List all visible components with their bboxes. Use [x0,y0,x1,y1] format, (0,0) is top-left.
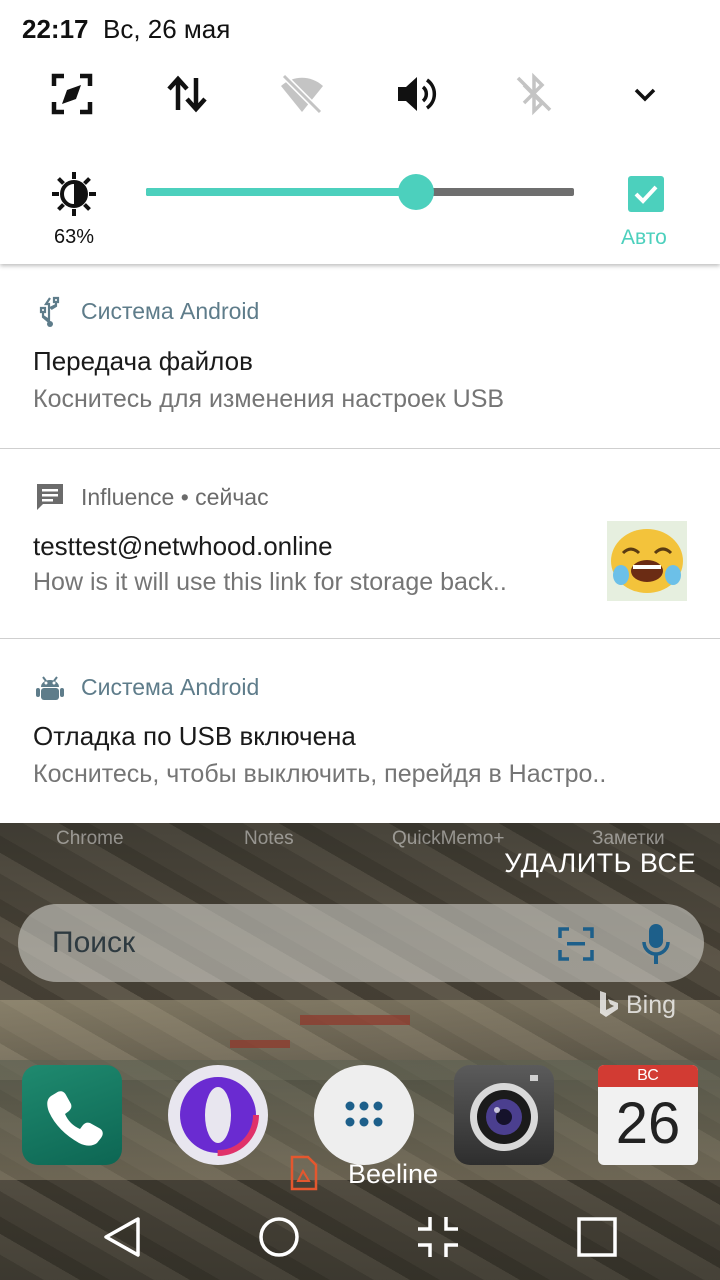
notification-usb-transfer[interactable]: Система Android Передача файлов Коснитес… [0,264,720,448]
calendar-app-icon[interactable]: ВС 26 [598,1065,698,1165]
message-icon [37,484,63,510]
camera-app-icon[interactable] [454,1065,554,1165]
microphone-icon[interactable] [640,922,672,966]
status-date: Вс, 26 мая [103,14,231,44]
carrier-name: Beeline [348,1159,439,1189]
wallpaper-detail [300,1015,410,1025]
home-icon[interactable] [255,1213,303,1261]
brightness-slider[interactable] [146,174,574,210]
bluetooth-off-icon[interactable] [512,72,556,116]
search-bar[interactable]: Поиск [18,904,704,982]
bing-label: Bing [598,990,676,1020]
android-debug-icon [36,676,64,700]
notification-text: Коснитесь для изменения настроек USB [33,385,505,413]
wallpaper-detail [230,1040,290,1048]
dock-label: Chrome [56,828,124,849]
dock-label: Notes [244,828,294,849]
brightness-slider-fill [146,188,416,196]
search-placeholder: Поиск [52,926,136,959]
notification-thumbnail [607,521,687,601]
phone-icon [47,1091,103,1146]
quick-settings-panel: 22:17 Вс, 26 мая 63% Авто [0,0,720,264]
chevron-down-icon[interactable] [628,78,662,112]
bing-logo-icon [600,991,618,1017]
wifi-off-icon[interactable] [280,72,324,116]
notification-app-name: Система Android [81,298,260,324]
status-time: 22:17 [22,14,89,44]
notification-app-name: Influence • сейчас [81,484,269,510]
camera-icon [470,1075,538,1151]
notification-usb-debugging[interactable]: Система Android Отладка по USB включена … [0,639,720,823]
scan-icon[interactable] [558,926,594,962]
clear-all-button[interactable]: УДАЛИТЬ ВСЕ [504,848,696,879]
opera-app-icon[interactable] [168,1065,268,1165]
recents-icon[interactable] [573,1213,621,1261]
checkmark-icon [634,185,658,204]
phone-app-icon[interactable] [22,1065,122,1165]
notification-title: Отладка по USB включена [33,721,356,751]
calendar-weekday: ВС [598,1065,698,1087]
dock-label: Заметки [592,828,665,849]
data-transfer-arrows-icon[interactable] [165,72,209,116]
opera-icon [177,1074,259,1156]
laughing-emoji-icon [611,529,683,593]
bing-text: Bing [626,991,677,1019]
notification-app-name: Система Android [81,674,260,700]
sim-card-icon [290,1155,318,1191]
volume-icon[interactable] [395,72,439,116]
app-drawer-icon[interactable] [314,1065,414,1165]
notification-text: How is it will use this link for storage… [33,568,507,596]
back-icon[interactable] [100,1213,148,1261]
notification-title: Передача файлов [33,346,253,376]
grid-dots-icon [345,1101,383,1127]
calendar-day: 26 [615,1091,681,1156]
notification-text: Коснитесь, чтобы выключить, перейдя в На… [33,760,607,788]
brightness-icon [52,172,96,216]
navigation-bar [0,1195,720,1280]
split-screen-icon[interactable] [414,1213,462,1261]
notification-influence-message[interactable]: Influence • сейчас testtest@netwhood.onl… [0,449,720,638]
auto-brightness-label: Авто [621,226,667,249]
usb-icon [39,296,60,327]
brightness-percent: 63% [54,226,95,248]
rotate-screen-icon[interactable] [50,72,94,116]
notification-title: testtest@netwhood.online [33,531,333,561]
auto-brightness-checkbox[interactable] [628,176,664,212]
brightness-slider-thumb[interactable] [397,174,434,210]
dock-label: QuickMemo+ [392,828,505,849]
